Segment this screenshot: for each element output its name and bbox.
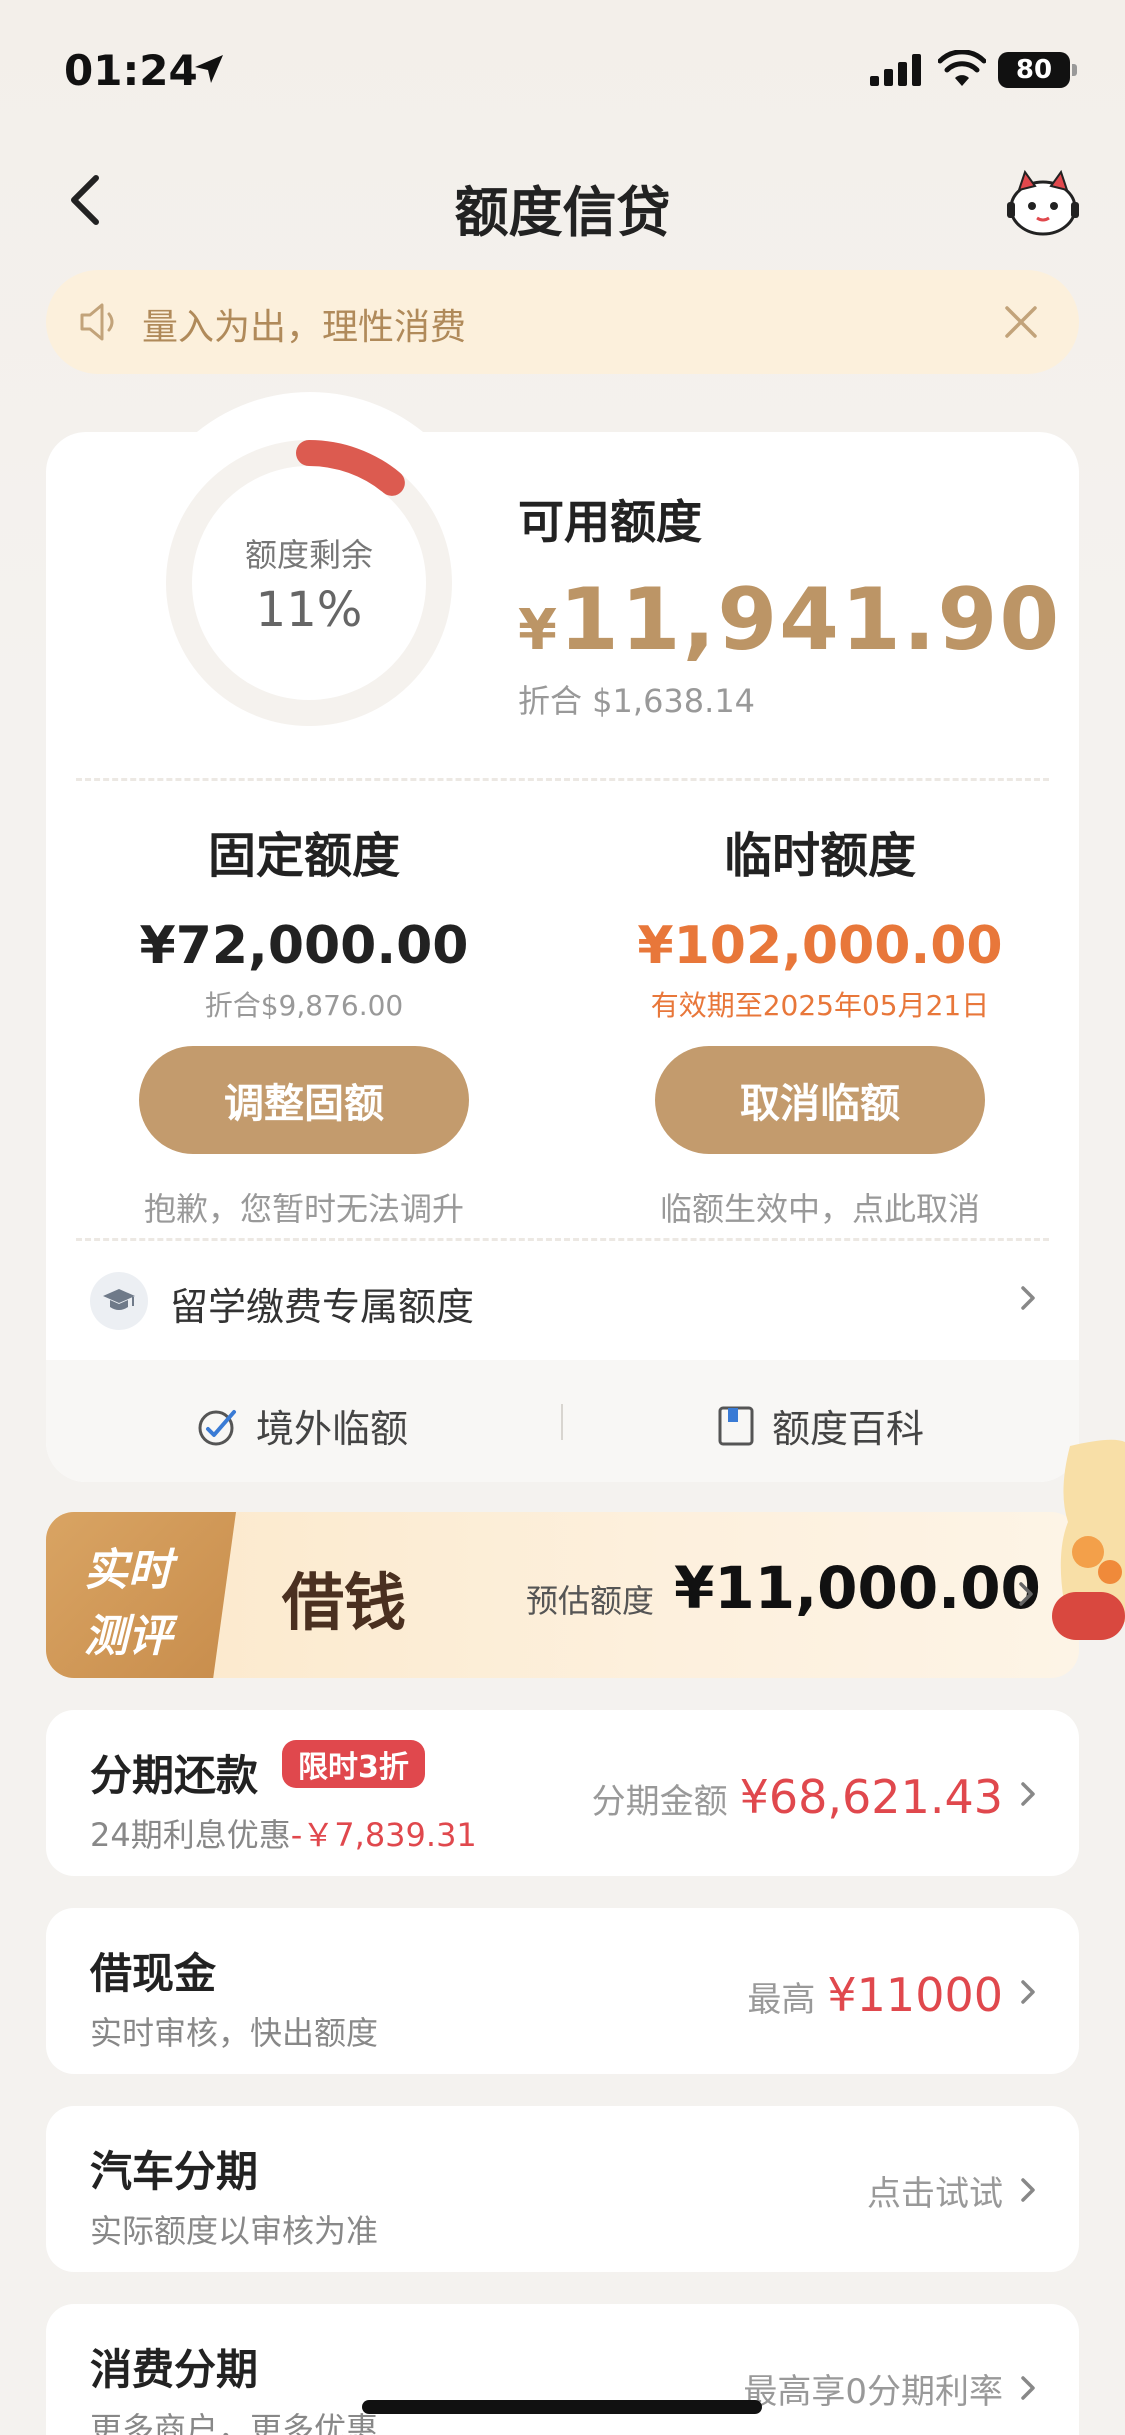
cash-loan-card[interactable]: 借现金 实时审核，快出额度 最高 ¥11000 (46, 1908, 1079, 2074)
study-abroad-limit-label: 留学缴费专属额度 (170, 1285, 475, 1329)
battery-indicator: 80 (998, 52, 1077, 88)
notice-text: 量入为出，理性消费 (142, 307, 467, 348)
fixed-limit-usd: 折合$9,876.00 (204, 989, 404, 1022)
overseas-temp-limit-link[interactable]: 境外临额 (196, 1398, 408, 1453)
fixed-limit-hint: 抱歉，您暂时无法调升 (143, 1190, 464, 1228)
gauge-percent: 11% (255, 582, 363, 638)
gauge-progress-arc (296, 440, 405, 496)
cash-loan-max-value: ¥11000 (827, 1968, 1003, 2022)
car-installment-card[interactable]: 汽车分期 实际额度以审核为准 点击试试 (46, 2106, 1079, 2272)
installment-repayment-card[interactable]: 分期还款 限时3折 24期利息优惠-￥7,839.31 分期金额 ¥68,621.… (46, 1710, 1079, 1876)
interest-discount-label: 24期利息优惠 (90, 1816, 291, 1854)
status-time: 01:24 (64, 46, 198, 95)
consumer-installment-promo: 最高享0分期利率 (743, 2372, 1003, 2412)
car-installment-title: 汽车分期 (90, 2147, 259, 2196)
currency-symbol: ¥ (518, 598, 559, 663)
close-icon[interactable] (999, 300, 1043, 344)
floating-promo-icon[interactable] (1052, 1432, 1125, 1642)
overseas-temp-limit-label: 境外临额 (256, 1407, 409, 1451)
available-credit-label: 可用额度 (518, 495, 702, 549)
fixed-limit-title: 固定额度 (207, 828, 400, 884)
fixed-limit-section: 固定额度 ¥72,000.00 折合$9,876.00 调整固额 抱歉，您暂时无… (94, 816, 514, 1230)
consumer-installment-subtitle: 更多商户，更多优惠 (90, 2410, 379, 2435)
tag-line-2: 测评 (84, 1611, 172, 1662)
location-arrow-icon (195, 55, 223, 83)
cash-loan-title: 借现金 (90, 1949, 217, 1998)
available-amount-value: 11,941.90 (558, 570, 1062, 670)
wifi-icon (938, 50, 986, 86)
installment-repayment-title: 分期还款 (90, 1751, 259, 1800)
cancel-temp-limit-button[interactable]: 取消临额 (655, 1046, 985, 1154)
borrow-money-banner[interactable]: 实时 测评 借钱 预估额度 ¥11,000.00 (46, 1512, 1079, 1678)
available-credit-usd: 折合 $1,638.14 (518, 682, 756, 720)
chevron-right-icon (1021, 1286, 1035, 1310)
estimate-amount: ¥11,000.00 (674, 1554, 1041, 1622)
temp-limit-hint[interactable]: 临额生效中，点此取消 (610, 1184, 1030, 1230)
graduation-cap-icon (90, 1272, 148, 1330)
notice-bar: 量入为出，理性消费 (46, 270, 1079, 374)
overseas-limit-icon (198, 1409, 236, 1445)
available-credit-amount: ¥11,941.90 (518, 570, 1061, 670)
fixed-limit-amount: ¥72,000.00 (139, 916, 469, 976)
installment-amount-value: ¥68,621.43 (739, 1770, 1003, 1824)
consumer-installment-card[interactable]: 消费分期 更多商户，更多优惠 最高享0分期利率 (46, 2304, 1079, 2435)
chevron-right-icon (1021, 1782, 1035, 1806)
credit-wiki-link[interactable]: 额度百科 (716, 1398, 924, 1453)
cash-loan-max: 最高 ¥11000 (747, 1968, 1003, 2022)
temp-limit-expiry: 有效期至2025年05月21日 (650, 989, 990, 1022)
installment-repayment-subtitle: 24期利息优惠-￥7,839.31 (90, 1810, 477, 1856)
home-indicator (362, 2400, 762, 2414)
footer-separator (561, 1404, 563, 1440)
consumer-installment-title: 消费分期 (90, 2345, 259, 2394)
page-title: 额度信贷 (454, 181, 671, 244)
estimate-label: 预估额度 (526, 1582, 655, 1620)
borrow-money-title: 借钱 (282, 1566, 407, 1639)
gauge-label: 额度剩余 (244, 536, 373, 574)
chevron-right-icon (1021, 2178, 1035, 2202)
status-bar: 01:24 80 (0, 40, 1125, 100)
limited-time-badge: 限时3折 (282, 1740, 425, 1788)
remaining-gauge: 额度剩余 11% (164, 438, 454, 728)
temp-limit-title: 临时额度 (723, 828, 916, 884)
temp-limit-amount: ¥102,000.00 (637, 916, 1003, 976)
chevron-right-icon (1019, 1582, 1033, 1606)
study-abroad-limit-row[interactable]: 留学缴费专属额度 (46, 1240, 1079, 1360)
cash-loan-subtitle: 实时审核，快出额度 (90, 2014, 379, 2052)
interest-discount-value: -￥7,839.31 (290, 1816, 477, 1854)
tag-line-1: 实时 (84, 1545, 172, 1596)
battery-level: 80 (1015, 55, 1053, 85)
credit-wiki-label: 额度百科 (772, 1407, 925, 1451)
adjust-fixed-limit-button[interactable]: 调整固额 (139, 1046, 469, 1154)
chevron-right-icon (1021, 2376, 1035, 2400)
speaker-icon (80, 303, 114, 341)
nav-bar: 额度信贷 (0, 150, 1125, 250)
installment-amount-label: 分期金额 (591, 1782, 728, 1822)
temp-limit-section: 临时额度 ¥102,000.00 有效期至2025年05月21日 取消临额 临额… (610, 816, 1030, 1230)
car-installment-action: 点击试试 (867, 2174, 1003, 2214)
cash-loan-max-label: 最高 (747, 1980, 816, 2020)
installment-amount: 分期金额 ¥68,621.43 (592, 1770, 1003, 1824)
divider (76, 778, 1049, 781)
car-installment-subtitle: 实际额度以审核为准 (90, 2212, 379, 2250)
book-icon (718, 1406, 754, 1445)
chevron-right-icon (1021, 1980, 1035, 2004)
cellular-signal-icon (870, 54, 921, 86)
mascot-service-icon[interactable] (1005, 164, 1081, 240)
